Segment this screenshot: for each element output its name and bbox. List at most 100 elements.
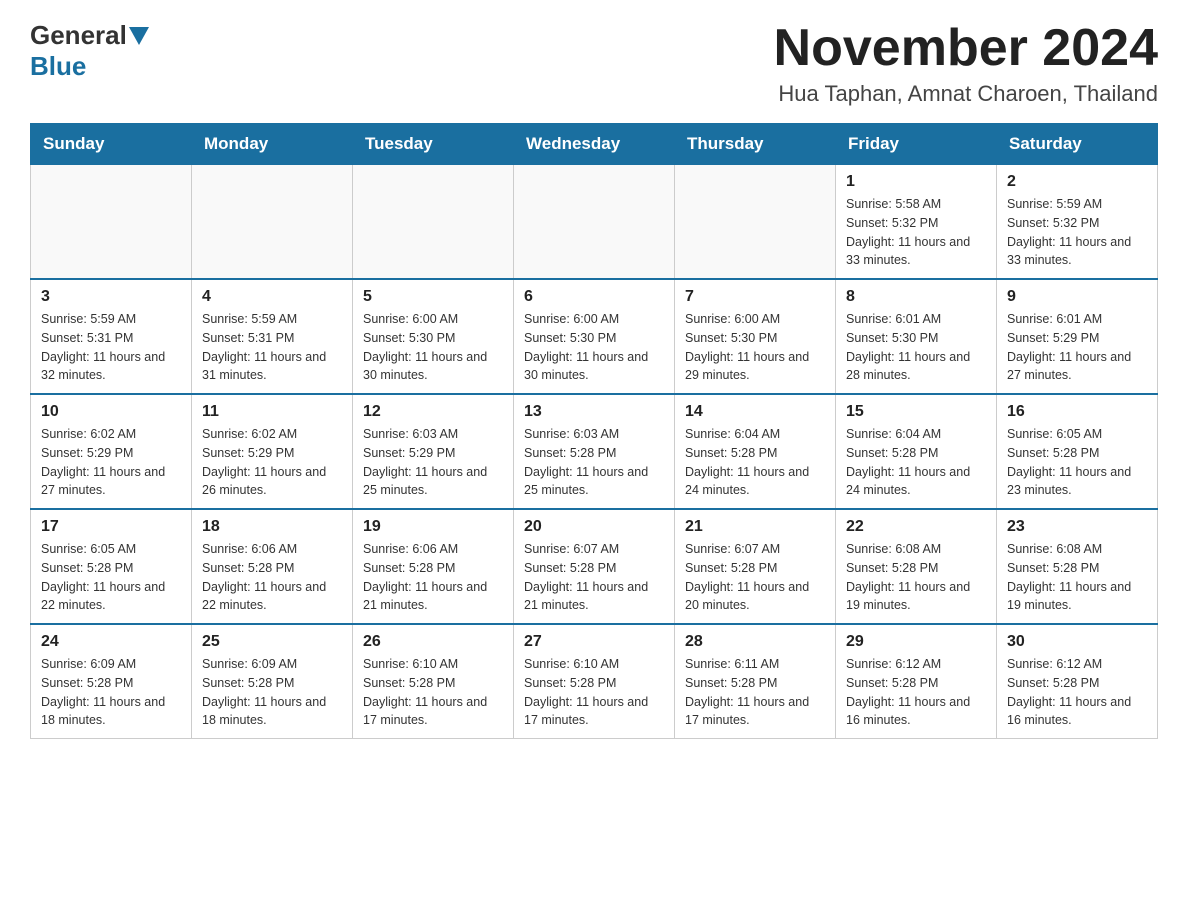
day-info: Sunrise: 5:59 AMSunset: 5:31 PMDaylight:… [202, 310, 342, 385]
calendar-cell [353, 165, 514, 280]
day-info: Sunrise: 6:05 AMSunset: 5:28 PMDaylight:… [41, 540, 181, 615]
day-number: 29 [846, 633, 986, 651]
day-info: Sunrise: 6:06 AMSunset: 5:28 PMDaylight:… [202, 540, 342, 615]
day-number: 25 [202, 633, 342, 651]
calendar-cell: 2 Sunrise: 5:59 AMSunset: 5:32 PMDaylight… [997, 165, 1158, 280]
day-info: Sunrise: 6:02 AMSunset: 5:29 PMDaylight:… [202, 425, 342, 500]
calendar-cell: 23 Sunrise: 6:08 AMSunset: 5:28 PMDayligh… [997, 509, 1158, 624]
day-number: 6 [524, 288, 664, 306]
calendar-cell: 29Sunrise: 6:12 AMSunset: 5:28 PMDayligh… [836, 624, 997, 739]
calendar-week-row: 3 Sunrise: 5:59 AMSunset: 5:31 PMDaylight… [31, 279, 1158, 394]
day-number: 16 [1007, 403, 1147, 421]
day-info: Sunrise: 6:00 AMSunset: 5:30 PMDaylight:… [524, 310, 664, 385]
day-info: Sunrise: 6:10 AMSunset: 5:28 PMDaylight:… [524, 655, 664, 730]
calendar-week-row: 17 Sunrise: 6:05 AMSunset: 5:28 PMDayligh… [31, 509, 1158, 624]
day-info: Sunrise: 6:01 AMSunset: 5:30 PMDaylight:… [846, 310, 986, 385]
calendar-cell: 26Sunrise: 6:10 AMSunset: 5:28 PMDayligh… [353, 624, 514, 739]
day-number: 2 [1007, 173, 1147, 191]
calendar-cell [675, 165, 836, 280]
day-number: 28 [685, 633, 825, 651]
calendar-cell: 8 Sunrise: 6:01 AMSunset: 5:30 PMDaylight… [836, 279, 997, 394]
day-number: 9 [1007, 288, 1147, 306]
calendar-cell: 13 Sunrise: 6:03 AMSunset: 5:28 PMDayligh… [514, 394, 675, 509]
logo-general-text: General [30, 20, 127, 51]
day-number: 3 [41, 288, 181, 306]
day-number: 10 [41, 403, 181, 421]
calendar-week-row: 10 Sunrise: 6:02 AMSunset: 5:29 PMDayligh… [31, 394, 1158, 509]
day-info: Sunrise: 5:59 AMSunset: 5:32 PMDaylight:… [1007, 195, 1147, 270]
calendar-cell: 1 Sunrise: 5:58 AMSunset: 5:32 PMDaylight… [836, 165, 997, 280]
calendar-cell: 5 Sunrise: 6:00 AMSunset: 5:30 PMDaylight… [353, 279, 514, 394]
calendar-cell: 10 Sunrise: 6:02 AMSunset: 5:29 PMDayligh… [31, 394, 192, 509]
day-number: 30 [1007, 633, 1147, 651]
calendar-cell: 17 Sunrise: 6:05 AMSunset: 5:28 PMDayligh… [31, 509, 192, 624]
day-info: Sunrise: 6:07 AMSunset: 5:28 PMDaylight:… [685, 540, 825, 615]
column-header-thursday: Thursday [675, 124, 836, 165]
day-info: Sunrise: 5:59 AMSunset: 5:31 PMDaylight:… [41, 310, 181, 385]
calendar-cell: 28 Sunrise: 6:11 AMSunset: 5:28 PMDayligh… [675, 624, 836, 739]
day-number: 5 [363, 288, 503, 306]
day-number: 20 [524, 518, 664, 536]
calendar-cell: 30 Sunrise: 6:12 AMSunset: 5:28 PMDayligh… [997, 624, 1158, 739]
header: General Blue November 2024 Hua Taphan, A… [30, 20, 1158, 107]
day-number: 22 [846, 518, 986, 536]
day-info: Sunrise: 6:02 AMSunset: 5:29 PMDaylight:… [41, 425, 181, 500]
column-header-wednesday: Wednesday [514, 124, 675, 165]
day-number: 14 [685, 403, 825, 421]
day-number: 13 [524, 403, 664, 421]
calendar-week-row: 1 Sunrise: 5:58 AMSunset: 5:32 PMDaylight… [31, 165, 1158, 280]
calendar-cell: 6 Sunrise: 6:00 AMSunset: 5:30 PMDaylight… [514, 279, 675, 394]
day-number: 24 [41, 633, 181, 651]
calendar-cell: 18 Sunrise: 6:06 AMSunset: 5:28 PMDayligh… [192, 509, 353, 624]
day-number: 15 [846, 403, 986, 421]
day-info: Sunrise: 5:58 AMSunset: 5:32 PMDaylight:… [846, 195, 986, 270]
calendar-header-row: SundayMondayTuesdayWednesdayThursdayFrid… [31, 124, 1158, 165]
column-header-friday: Friday [836, 124, 997, 165]
day-info: Sunrise: 6:11 AMSunset: 5:28 PMDaylight:… [685, 655, 825, 730]
calendar-cell: 15 Sunrise: 6:04 AMSunset: 5:28 PMDayligh… [836, 394, 997, 509]
logo-triangle-icon [129, 27, 149, 45]
day-info: Sunrise: 6:10 AMSunset: 5:28 PMDaylight:… [363, 655, 503, 730]
day-info: Sunrise: 6:01 AMSunset: 5:29 PMDaylight:… [1007, 310, 1147, 385]
location-title: Hua Taphan, Amnat Charoen, Thailand [774, 81, 1158, 107]
day-info: Sunrise: 6:03 AMSunset: 5:28 PMDaylight:… [524, 425, 664, 500]
calendar-cell: 27Sunrise: 6:10 AMSunset: 5:28 PMDayligh… [514, 624, 675, 739]
calendar-table: SundayMondayTuesdayWednesdayThursdayFrid… [30, 123, 1158, 739]
day-number: 7 [685, 288, 825, 306]
calendar-cell: 9 Sunrise: 6:01 AMSunset: 5:29 PMDaylight… [997, 279, 1158, 394]
calendar-cell [192, 165, 353, 280]
day-number: 4 [202, 288, 342, 306]
calendar-cell: 3 Sunrise: 5:59 AMSunset: 5:31 PMDaylight… [31, 279, 192, 394]
calendar-cell: 21Sunrise: 6:07 AMSunset: 5:28 PMDayligh… [675, 509, 836, 624]
calendar-cell: 19Sunrise: 6:06 AMSunset: 5:28 PMDayligh… [353, 509, 514, 624]
day-info: Sunrise: 6:09 AMSunset: 5:28 PMDaylight:… [41, 655, 181, 730]
day-number: 8 [846, 288, 986, 306]
title-area: November 2024 Hua Taphan, Amnat Charoen,… [774, 20, 1158, 107]
day-number: 17 [41, 518, 181, 536]
calendar-cell: 20Sunrise: 6:07 AMSunset: 5:28 PMDayligh… [514, 509, 675, 624]
column-header-monday: Monday [192, 124, 353, 165]
day-number: 11 [202, 403, 342, 421]
logo: General Blue [30, 20, 151, 82]
calendar-cell: 22 Sunrise: 6:08 AMSunset: 5:28 PMDayligh… [836, 509, 997, 624]
calendar-week-row: 24 Sunrise: 6:09 AMSunset: 5:28 PMDayligh… [31, 624, 1158, 739]
day-info: Sunrise: 6:08 AMSunset: 5:28 PMDaylight:… [846, 540, 986, 615]
day-number: 1 [846, 173, 986, 191]
calendar-cell: 4 Sunrise: 5:59 AMSunset: 5:31 PMDaylight… [192, 279, 353, 394]
calendar-cell [31, 165, 192, 280]
calendar-cell: 12Sunrise: 6:03 AMSunset: 5:29 PMDayligh… [353, 394, 514, 509]
day-info: Sunrise: 6:08 AMSunset: 5:28 PMDaylight:… [1007, 540, 1147, 615]
day-info: Sunrise: 6:04 AMSunset: 5:28 PMDaylight:… [846, 425, 986, 500]
day-number: 12 [363, 403, 503, 421]
day-number: 18 [202, 518, 342, 536]
day-info: Sunrise: 6:06 AMSunset: 5:28 PMDaylight:… [363, 540, 503, 615]
column-header-tuesday: Tuesday [353, 124, 514, 165]
calendar-cell: 25 Sunrise: 6:09 AMSunset: 5:28 PMDayligh… [192, 624, 353, 739]
column-header-saturday: Saturday [997, 124, 1158, 165]
calendar-cell: 14Sunrise: 6:04 AMSunset: 5:28 PMDayligh… [675, 394, 836, 509]
day-number: 23 [1007, 518, 1147, 536]
day-info: Sunrise: 6:09 AMSunset: 5:28 PMDaylight:… [202, 655, 342, 730]
calendar-cell: 7Sunrise: 6:00 AMSunset: 5:30 PMDaylight… [675, 279, 836, 394]
day-info: Sunrise: 6:12 AMSunset: 5:28 PMDaylight:… [1007, 655, 1147, 730]
day-info: Sunrise: 6:00 AMSunset: 5:30 PMDaylight:… [363, 310, 503, 385]
